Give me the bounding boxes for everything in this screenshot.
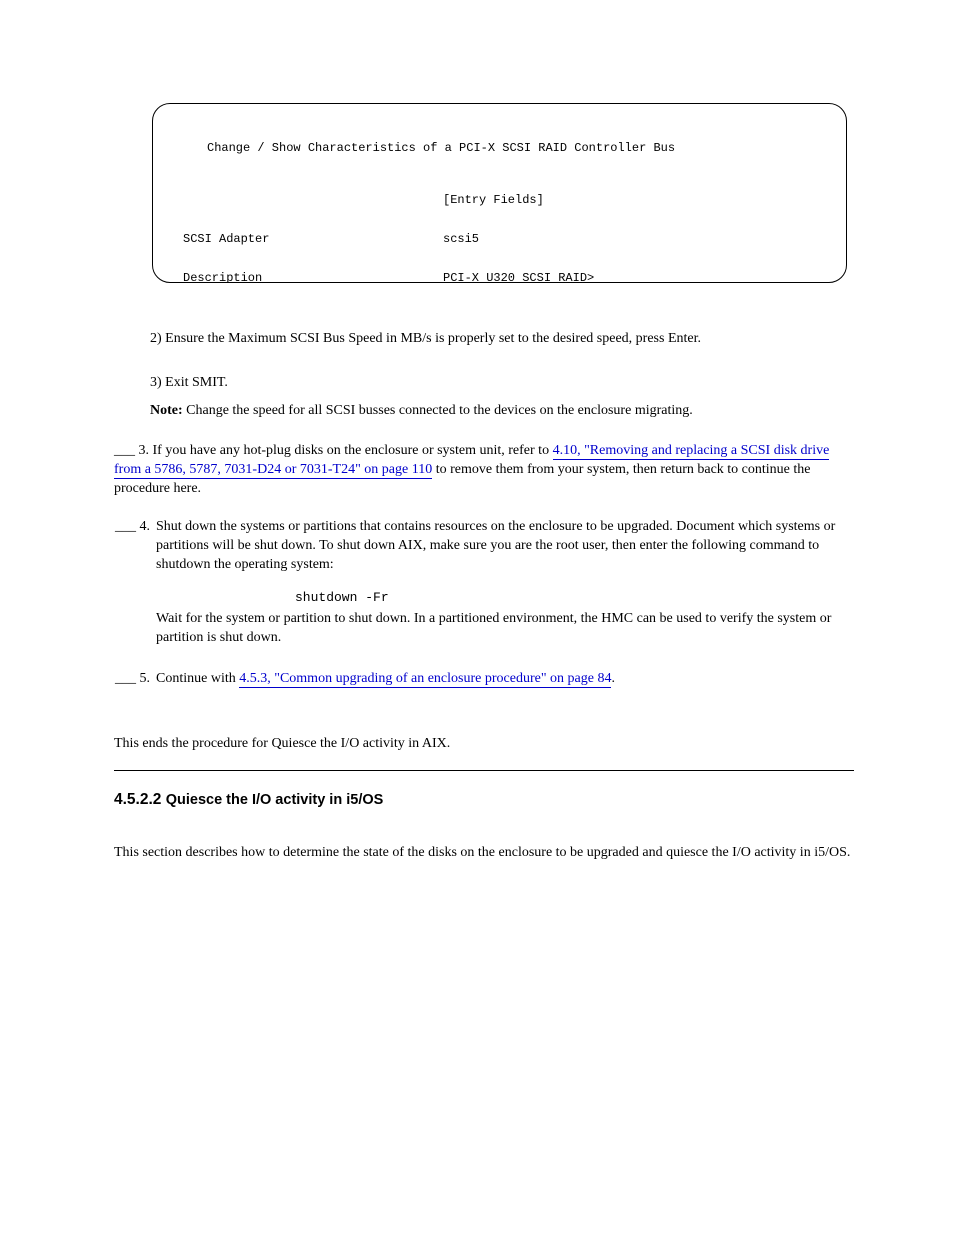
substep-3: 3) Exit SMIT. — [150, 374, 850, 393]
section-intro: This section describes how to determine … — [114, 844, 854, 863]
step-4-marker: ___ 4. — [114, 518, 150, 537]
step-4-text-b: Wait for the system or partition to shut… — [156, 610, 856, 648]
entry-fields-label: [Entry Fields] — [443, 194, 544, 207]
procedure-end: This ends the procedure for Quiesce the … — [114, 735, 854, 754]
smit-panel: Change / Show Characteristics of a PCI-X… — [152, 103, 847, 283]
smit-title: Change / Show Characteristics of a PCI-X… — [183, 142, 816, 155]
field-row: SCSI Adapterscsi5 — [183, 233, 816, 246]
substep-2: 2) Ensure the Maximum SCSI Bus Speed in … — [150, 330, 850, 349]
step-3: ___ 3. If you have any hot-plug disks on… — [114, 442, 854, 499]
note: Note: Change the speed for all SCSI buss… — [150, 402, 850, 421]
step-5-text: Continue with 4.5.3, "Common upgrading o… — [156, 670, 856, 689]
xref-link[interactable]: 4.5.3, "Common upgrading of an enclosure… — [239, 671, 611, 688]
step-5-marker: ___ 5. — [114, 670, 150, 689]
shutdown-command: shutdown -Fr — [295, 589, 389, 607]
step-4-text: Shut down the systems or partitions that… — [156, 518, 856, 575]
heading-4-5-2-2: 4.5.2.2 Quiesce the I/O activity in i5/O… — [114, 790, 854, 811]
field-row: DescriptionPCI-X U320 SCSI RAID> — [183, 272, 816, 283]
section-rule — [114, 770, 854, 771]
